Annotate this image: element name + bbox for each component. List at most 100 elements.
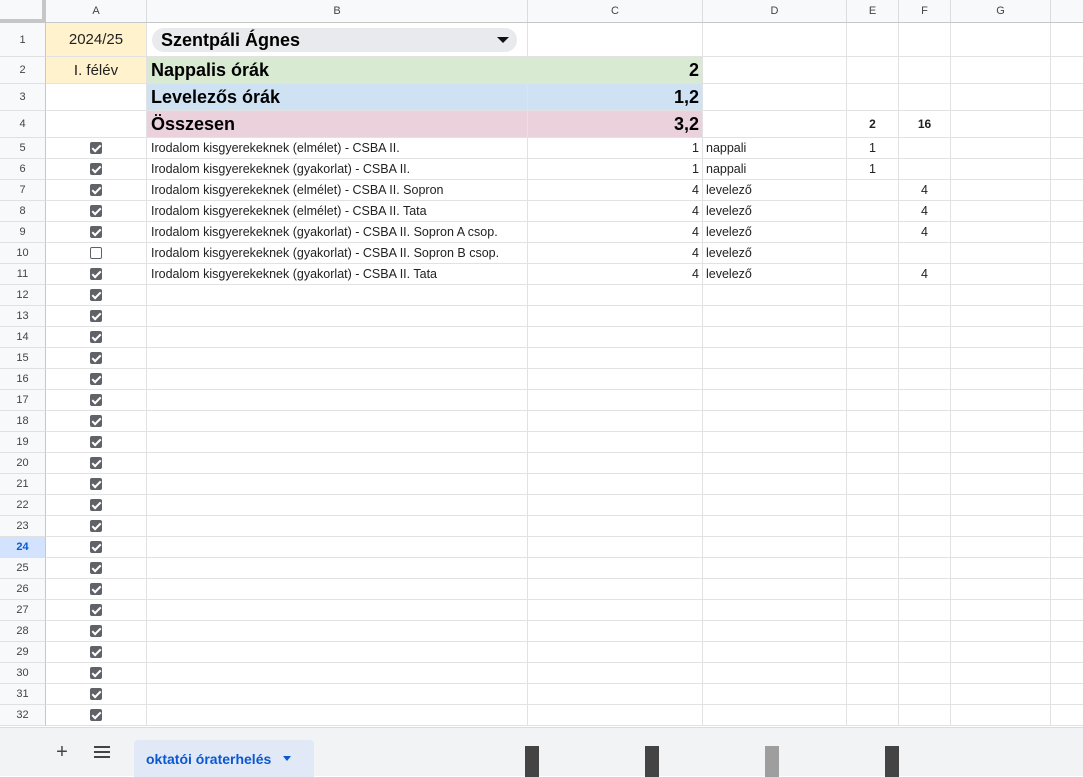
f-cell[interactable]: 4 [899, 180, 951, 200]
cell[interactable] [528, 411, 703, 431]
checkbox-checked-icon[interactable] [90, 436, 102, 448]
cell[interactable] [528, 348, 703, 368]
column-header-f[interactable]: F [899, 0, 951, 22]
menu-icon[interactable] [90, 740, 114, 764]
checkbox-cell[interactable] [46, 516, 147, 536]
checkbox-checked-icon[interactable] [90, 520, 102, 532]
cell[interactable] [147, 306, 528, 326]
cell[interactable] [147, 432, 528, 452]
cell[interactable] [703, 84, 847, 110]
e-cell[interactable] [847, 243, 899, 263]
year-cell[interactable]: 2024/25 [46, 23, 147, 56]
checkbox-cell[interactable] [46, 264, 147, 284]
checkbox-cell[interactable] [46, 369, 147, 389]
f-cell[interactable] [899, 159, 951, 179]
checkbox-checked-icon[interactable] [90, 688, 102, 700]
row-header[interactable]: 25 [0, 558, 46, 579]
cell[interactable] [703, 348, 847, 368]
row-header[interactable]: 12 [0, 285, 46, 306]
checkbox-cell[interactable] [46, 579, 147, 599]
cell[interactable] [951, 390, 1051, 410]
course-cell[interactable]: Irodalom kisgyerekeknek (gyakorlat) - CS… [147, 243, 528, 263]
cell[interactable] [1051, 84, 1083, 110]
cell[interactable] [703, 306, 847, 326]
checkbox-cell[interactable] [46, 558, 147, 578]
cell[interactable] [528, 642, 703, 662]
checkbox-cell[interactable] [46, 495, 147, 515]
cell[interactable] [951, 180, 1051, 200]
row-header[interactable]: 13 [0, 306, 46, 327]
cell[interactable] [1051, 474, 1083, 494]
checkbox-cell[interactable] [46, 180, 147, 200]
daytime-hours-value[interactable]: 2 [528, 57, 703, 83]
cell[interactable] [899, 285, 951, 305]
type-cell[interactable]: levelező [703, 222, 847, 242]
cell[interactable] [899, 705, 951, 725]
cell[interactable] [899, 369, 951, 389]
checkbox-cell[interactable] [46, 243, 147, 263]
f-cell[interactable] [899, 243, 951, 263]
cell[interactable] [147, 369, 528, 389]
cell[interactable] [528, 705, 703, 725]
cell[interactable] [703, 23, 847, 56]
cell[interactable] [703, 516, 847, 536]
row-header[interactable]: 1 [0, 23, 46, 57]
row-header[interactable]: 17 [0, 390, 46, 411]
daytime-hours-label[interactable]: Nappalis órák [147, 57, 528, 83]
course-cell[interactable]: Irodalom kisgyerekeknek (gyakorlat) - CS… [147, 159, 528, 179]
plus-icon[interactable]: + [50, 740, 74, 764]
row-header[interactable]: 11 [0, 264, 46, 285]
cell[interactable] [847, 23, 899, 56]
cell[interactable] [899, 642, 951, 662]
checkbox-cell[interactable] [46, 327, 147, 347]
course-cell[interactable]: Irodalom kisgyerekeknek (elmélet) - CSBA… [147, 138, 528, 158]
cell[interactable] [951, 453, 1051, 473]
cell[interactable] [147, 474, 528, 494]
cell[interactable] [703, 327, 847, 347]
cell[interactable] [1051, 705, 1083, 725]
row-header[interactable]: 28 [0, 621, 46, 642]
checkbox-checked-icon[interactable] [90, 625, 102, 637]
checkbox-checked-icon[interactable] [90, 541, 102, 553]
checkbox-checked-icon[interactable] [90, 352, 102, 364]
checkbox-checked-icon[interactable] [90, 499, 102, 511]
cell[interactable] [1051, 495, 1083, 515]
cell[interactable] [147, 684, 528, 704]
cell[interactable] [951, 432, 1051, 452]
row-header[interactable]: 30 [0, 663, 46, 684]
row-header[interactable]: 8 [0, 201, 46, 222]
cell[interactable] [899, 453, 951, 473]
cell[interactable] [951, 348, 1051, 368]
cell[interactable] [703, 111, 847, 137]
checkbox-cell[interactable] [46, 390, 147, 410]
row-header[interactable]: 32 [0, 705, 46, 726]
checkbox-cell[interactable] [46, 684, 147, 704]
cell[interactable] [1051, 558, 1083, 578]
cell[interactable] [847, 579, 899, 599]
checkbox-cell[interactable] [46, 201, 147, 221]
cell[interactable] [951, 558, 1051, 578]
cell[interactable] [703, 453, 847, 473]
cell[interactable] [951, 57, 1051, 83]
total-e-cell[interactable]: 2 [847, 111, 899, 137]
cell[interactable] [847, 474, 899, 494]
cell[interactable] [1051, 600, 1083, 620]
cell[interactable] [703, 684, 847, 704]
cell[interactable] [703, 57, 847, 83]
row-header[interactable]: 31 [0, 684, 46, 705]
checkbox-checked-icon[interactable] [90, 457, 102, 469]
cell[interactable] [951, 306, 1051, 326]
cell[interactable] [46, 111, 147, 137]
e-cell[interactable]: 1 [847, 159, 899, 179]
course-cell[interactable]: Irodalom kisgyerekeknek (gyakorlat) - CS… [147, 264, 528, 284]
cell[interactable] [951, 23, 1051, 56]
f-cell[interactable]: 4 [899, 201, 951, 221]
hours-cell[interactable]: 4 [528, 180, 703, 200]
cell[interactable] [847, 600, 899, 620]
cell[interactable] [1051, 642, 1083, 662]
cell[interactable] [528, 306, 703, 326]
row-header[interactable]: 16 [0, 369, 46, 390]
checkbox-checked-icon[interactable] [90, 226, 102, 238]
row-header[interactable]: 10 [0, 243, 46, 264]
cell[interactable] [951, 243, 1051, 263]
